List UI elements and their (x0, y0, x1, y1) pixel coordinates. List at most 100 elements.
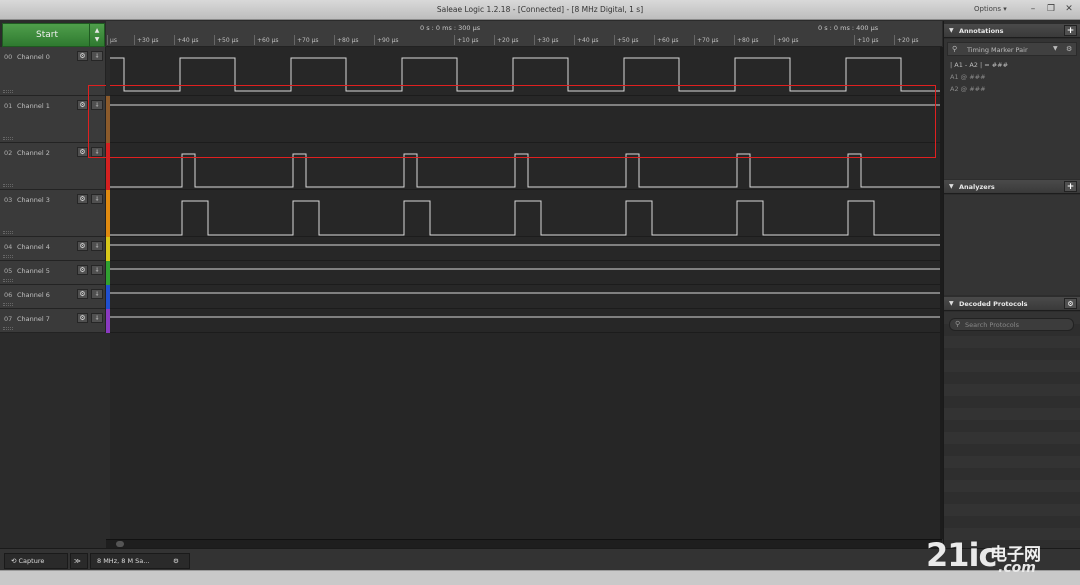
channel-name[interactable]: Channel 7 (17, 315, 50, 323)
channel-settings-icon[interactable]: ⚙ (77, 100, 88, 110)
channel-name[interactable]: Channel 3 (17, 196, 50, 204)
capture-icon: ⟲ (11, 557, 19, 565)
channel-row-6[interactable]: 06 Channel 6 ⚙ ⸸ (0, 285, 106, 309)
watermark-logo: 21ic 电子网 .com (926, 536, 1076, 582)
trigger-icon[interactable]: ⸸ (91, 241, 103, 251)
search-placeholder: Search Protocols (965, 321, 1019, 329)
trigger-icon[interactable]: ⸸ (91, 289, 103, 299)
channel-color-strip (106, 285, 110, 309)
channel-settings-icon[interactable]: ⚙ (77, 265, 88, 275)
channel-settings-icon[interactable]: ⚙ (77, 241, 88, 251)
capture-tab-label: Capture (18, 557, 45, 565)
channel-number: 05 (4, 267, 13, 275)
window-title: Saleae Logic 1.2.18 - [Connected] - [8 M… (436, 5, 644, 14)
ruler-tick: +10 μs (854, 35, 879, 45)
drag-handle-icon[interactable] (3, 231, 13, 234)
add-annotation-button[interactable]: + (1064, 25, 1077, 36)
session-tab-label: 8 MHz, 8 M Sa... (97, 557, 150, 565)
ruler-tick: +60 μs (654, 35, 679, 45)
ruler-tick: +40 μs (574, 35, 599, 45)
drag-handle-icon[interactable] (3, 279, 13, 282)
timeline-ruler[interactable]: 0 s : 0 ms : 300 μs 0 s : 0 ms : 400 μs … (106, 21, 942, 47)
timing-marker-row[interactable]: ⚲ Timing Marker Pair ▼ ⚙ (947, 42, 1077, 56)
search-icon: ⚲ (955, 320, 961, 328)
ruler-tick: +40 μs (174, 35, 199, 45)
horizontal-scrollbar[interactable] (106, 539, 942, 548)
channel-settings-icon[interactable]: ⚙ (77, 194, 88, 204)
title-bar: Saleae Logic 1.2.18 - [Connected] - [8 M… (0, 0, 1080, 20)
options-menu[interactable]: Options ▾ (974, 5, 1007, 13)
ruler-tick: +50 μs (214, 35, 239, 45)
channel-name[interactable]: Channel 6 (17, 291, 50, 299)
gear-icon[interactable]: ⚙ (1064, 298, 1077, 309)
ruler-tick: +80 μs (734, 35, 759, 45)
search-protocols-input[interactable]: ⚲ Search Protocols (949, 318, 1074, 331)
channel-row-3[interactable]: 03 Channel 3 ⚙ ⸸ (0, 190, 106, 237)
marker-pair-measurement: | A1 - A2 | = ### (950, 61, 1009, 69)
ruler-tick: +60 μs (254, 35, 279, 45)
start-button[interactable]: Start ▲ ▼ (2, 23, 105, 47)
channel-name[interactable]: Channel 0 (17, 53, 50, 61)
close-icon[interactable]: ✕ (1061, 3, 1077, 15)
channel-number: 04 (4, 243, 13, 251)
ruler-tick: +70 μs (694, 35, 719, 45)
drag-handle-icon[interactable] (3, 255, 13, 258)
right-panel: ▼ Annotations + ⚲ Timing Marker Pair ▼ ⚙… (943, 21, 1080, 548)
bottom-bar: ⟲ Capture ≫ 8 MHz, 8 M Sa... ⚙ (0, 548, 1080, 570)
ruler-time-right: 0 s : 0 ms : 400 μs (818, 24, 879, 32)
dropdown-icon[interactable]: ▼ (1053, 45, 1058, 52)
channel-name[interactable]: Channel 4 (17, 243, 50, 251)
pin-icon: ⚲ (952, 45, 958, 53)
drag-handle-icon[interactable] (3, 90, 13, 93)
drag-handle-icon[interactable] (3, 137, 13, 140)
ruler-tick: +80 μs (334, 35, 359, 45)
session-tab[interactable]: 8 MHz, 8 M Sa... ⚙ (90, 553, 190, 569)
channel-name[interactable]: Channel 5 (17, 267, 50, 275)
channel-row-7[interactable]: 07 Channel 7 ⚙ ⸸ (0, 309, 106, 333)
ruler-time-left: 0 s : 0 ms : 300 μs (420, 24, 481, 32)
ruler-tick: +10 μs (454, 35, 479, 45)
channel-settings-icon[interactable]: ⚙ (77, 51, 88, 61)
trigger-icon[interactable]: ⸸ (91, 265, 103, 275)
drag-handle-icon[interactable] (3, 184, 13, 187)
drag-handle-icon[interactable] (3, 327, 13, 330)
analyzers-body (944, 195, 1080, 295)
channel-row-4[interactable]: 04 Channel 4 ⚙ ⸸ (0, 237, 106, 261)
add-analyzer-button[interactable]: + (1064, 181, 1077, 192)
capture-tab[interactable]: ⟲ Capture (4, 553, 68, 569)
trigger-icon[interactable]: ⸸ (91, 194, 103, 204)
expand-icon[interactable]: ≫ (70, 553, 88, 569)
ruler-tick: +30 μs (534, 35, 559, 45)
start-label: Start (36, 30, 58, 40)
restore-icon[interactable]: ❐ (1043, 3, 1059, 15)
minimize-icon[interactable]: – (1025, 3, 1041, 15)
channel-settings-icon[interactable]: ⚙ (77, 313, 88, 323)
timing-marker-name: Timing Marker Pair (967, 46, 1028, 54)
watermark-21ic: 21ic (926, 536, 997, 574)
decoded-protocols-title: Decoded Protocols (959, 300, 1028, 308)
channel-row-5[interactable]: 05 Channel 5 ⚙ ⸸ (0, 261, 106, 285)
start-options-icon[interactable]: ▲ ▼ (89, 24, 104, 46)
drag-handle-icon[interactable] (3, 303, 13, 306)
collapse-icon[interactable]: ▼ (949, 183, 954, 190)
analyzers-header[interactable]: ▼ Analyzers + (944, 180, 1080, 194)
channel-name[interactable]: Channel 1 (17, 102, 50, 110)
collapse-icon[interactable]: ▼ (949, 27, 954, 34)
collapse-icon[interactable]: ▼ (949, 300, 954, 307)
annotations-header[interactable]: ▼ Annotations + (944, 24, 1080, 38)
scrollbar-thumb[interactable] (116, 541, 124, 547)
ruler-tick: +30 μs (134, 35, 159, 45)
channel-3-waveform (110, 200, 940, 236)
gear-icon[interactable]: ⚙ (173, 554, 179, 568)
channel-settings-icon[interactable]: ⚙ (77, 147, 88, 157)
channel-2-waveform (110, 153, 940, 188)
channel-number: 07 (4, 315, 13, 323)
status-bar (0, 570, 1080, 585)
channel-color-strip (106, 47, 110, 96)
gear-icon[interactable]: ⚙ (1066, 45, 1072, 53)
trigger-icon[interactable]: ⸸ (91, 51, 103, 61)
channel-name[interactable]: Channel 2 (17, 149, 50, 157)
channel-settings-icon[interactable]: ⚙ (77, 289, 88, 299)
trigger-icon[interactable]: ⸸ (91, 313, 103, 323)
decoded-protocols-header[interactable]: ▼ Decoded Protocols ⚙ (944, 297, 1080, 311)
